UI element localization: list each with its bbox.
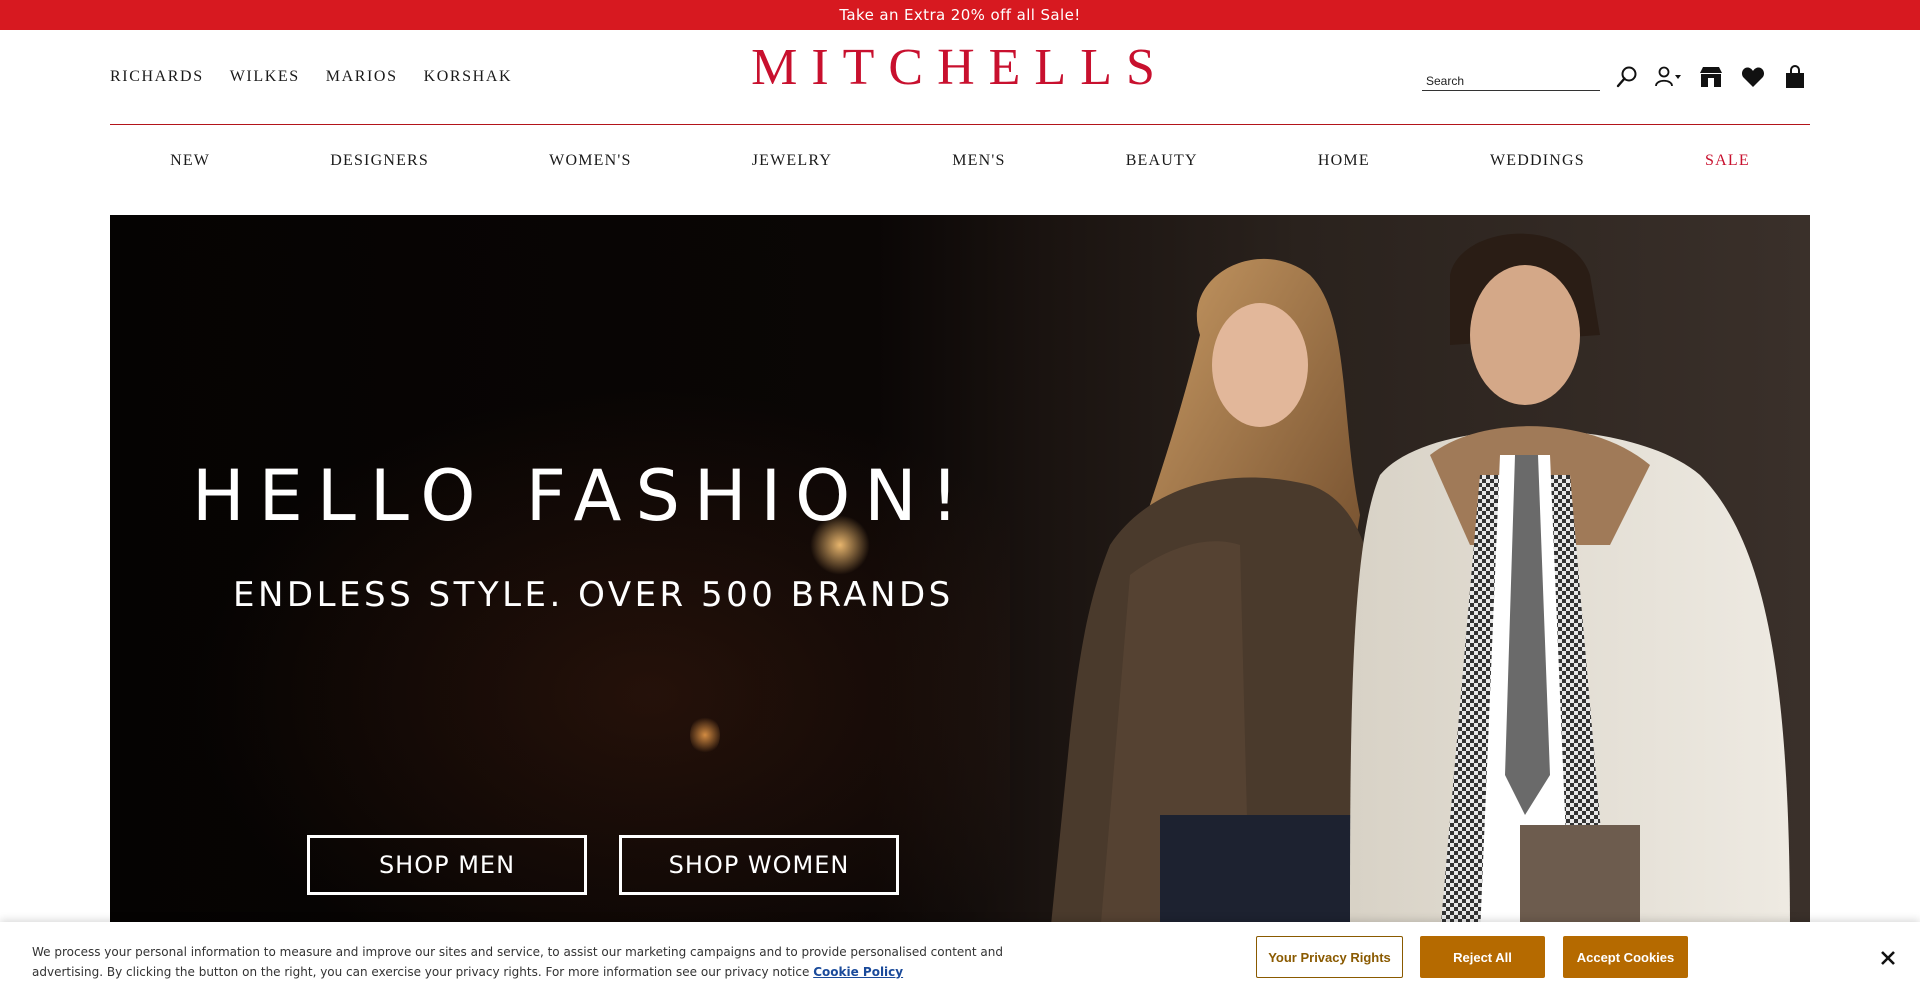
site-logo[interactable]: MITCHELLS [750,42,1170,94]
hero-banner[interactable]: HELLO FASHION! ENDLESS STYLE. OVER 500 B… [110,215,1810,935]
search-input[interactable] [1422,63,1600,91]
nav-item-jewelry[interactable]: JEWELRY [752,152,832,170]
hero-title: HELLO FASHION! [192,455,973,537]
reject-all-button[interactable]: Reject All [1420,936,1545,978]
nav-item-womens[interactable]: WOMEN'S [549,152,631,170]
hero-photo-couple [1050,233,1790,935]
account-icon[interactable] [1654,62,1684,92]
shop-men-button[interactable]: SHOP MEN [307,835,587,895]
cookie-banner: We process your personal information to … [0,922,1920,993]
privacy-rights-button[interactable]: Your Privacy Rights [1256,936,1403,978]
nav-item-home[interactable]: HOME [1318,152,1370,170]
nav-item-designers[interactable]: DESIGNERS [330,152,429,170]
accept-cookies-button[interactable]: Accept Cookies [1563,936,1688,978]
main-nav: NEW DESIGNERS WOMEN'S JEWELRY MEN'S BEAU… [110,152,1810,170]
sister-store-korshak[interactable]: KORSHAK [424,68,513,86]
cookie-notice: We process your personal information to … [32,942,1072,982]
nav-item-new[interactable]: NEW [170,152,210,170]
hero-subtitle: ENDLESS STYLE. OVER 500 BRANDS [233,575,954,615]
search-icon[interactable] [1612,62,1642,92]
nav-item-weddings[interactable]: WEDDINGS [1490,152,1585,170]
cookie-policy-link[interactable]: Cookie Policy [813,965,903,979]
candle-light [690,715,720,755]
header-tools [1422,62,1810,92]
sister-store-wilkes[interactable]: WILKES [230,68,300,86]
nav-item-mens[interactable]: MEN'S [952,152,1005,170]
shop-women-button[interactable]: SHOP WOMEN [619,835,899,895]
promo-banner[interactable]: Take an Extra 20% off all Sale! [0,0,1920,30]
promo-text[interactable]: Take an Extra 20% off all Sale! [839,6,1080,24]
close-icon[interactable] [1876,946,1900,970]
store-icon[interactable] [1696,62,1726,92]
bag-icon[interactable] [1780,62,1810,92]
sister-stores-nav: RICHARDS WILKES MARIOS KORSHAK [110,68,512,86]
site-header: RICHARDS WILKES MARIOS KORSHAK MITCHELLS [110,30,1810,125]
sister-store-richards[interactable]: RICHARDS [110,68,204,86]
heart-icon[interactable] [1738,62,1768,92]
nav-item-sale[interactable]: SALE [1705,152,1750,170]
sister-store-marios[interactable]: MARIOS [326,68,398,86]
nav-item-beauty[interactable]: BEAUTY [1126,152,1198,170]
